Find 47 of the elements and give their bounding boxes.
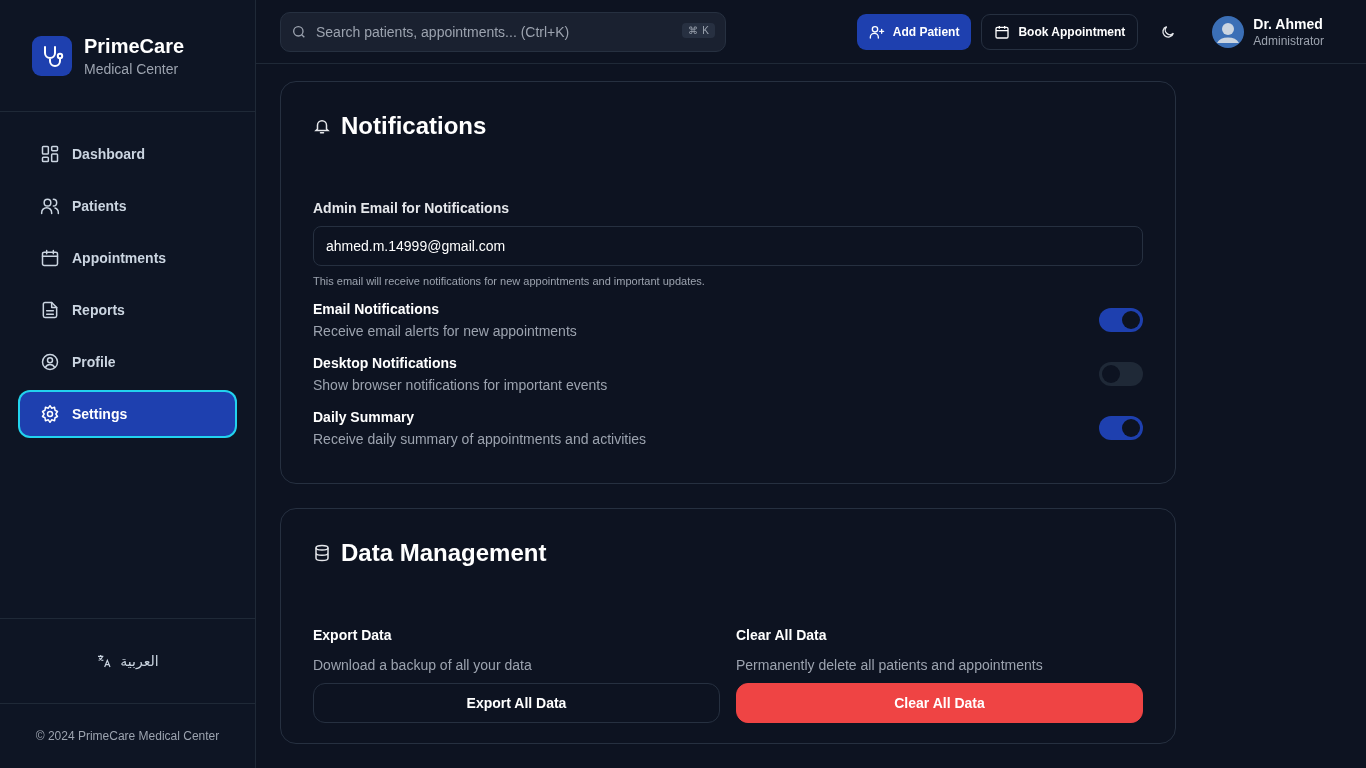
nav-item[interactable]: Reports: [20, 288, 235, 332]
nav-item[interactable]: Settings: [20, 392, 235, 436]
stethoscope-icon: [32, 35, 72, 76]
calendar-icon: [994, 23, 1011, 40]
user-role: Administrator: [1253, 33, 1324, 48]
language-button[interactable]: العربية: [88, 649, 167, 673]
toggle-switch[interactable]: [1099, 308, 1143, 332]
setting-title: Daily Summary: [313, 409, 416, 425]
field-label: Admin Email for Notifications: [313, 200, 510, 216]
action-title: Clear All Data: [736, 627, 828, 643]
nav-item[interactable]: Patients: [20, 184, 235, 228]
database-icon: [313, 544, 331, 562]
action-description: Permanently delete all patients and appointments: [736, 657, 1044, 673]
book-appointment-button[interactable]: Book Appointment: [981, 13, 1139, 50]
action-title: Export Data: [313, 627, 393, 643]
user-name: Dr. Ahmed: [1253, 15, 1324, 32]
user-icon: [40, 352, 60, 372]
setting-description: Receive daily summary of appointments and activities: [313, 431, 647, 447]
translate-icon: [96, 653, 113, 669]
copyright-text: © 2024 PrimeCare Medical Center: [34, 728, 221, 745]
export-button[interactable]: Export All Data: [313, 683, 720, 723]
nav-item[interactable]: Profile: [20, 340, 235, 384]
nav-item[interactable]: Dashboard: [20, 132, 235, 176]
email-field[interactable]: ahmed.m.14999@gmail.com: [313, 226, 1143, 266]
field-hint: This email will receive notifications for new appointments and important updates.: [313, 275, 706, 287]
calendar-icon: [40, 248, 60, 268]
setting-title: Email Notifications: [313, 301, 441, 317]
setting-description: Receive email alerts for new appointments: [313, 323, 577, 339]
moon-icon[interactable]: [1160, 23, 1177, 40]
toggle-switch[interactable]: [1099, 416, 1143, 440]
brand-name: PrimeCare: [84, 34, 185, 58]
user-plus-icon: [868, 23, 885, 40]
section-title: Notifications: [341, 112, 487, 140]
setting-title: Desktop Notifications: [313, 355, 458, 371]
setting-description: Show browser notifications for important events: [313, 377, 608, 393]
add-patient-button[interactable]: Add Patient: [856, 13, 972, 50]
users-icon: [40, 196, 60, 216]
brand-subtitle: Medical Center: [84, 60, 180, 77]
bell-icon: [313, 117, 331, 135]
file-icon: [40, 300, 60, 320]
grid-icon: [40, 144, 60, 164]
clear-data-button[interactable]: Clear All Data: [736, 683, 1143, 723]
action-description: Download a backup of all your data: [313, 657, 533, 673]
nav-item[interactable]: Appointments: [20, 236, 235, 280]
section-title: Data Management: [341, 539, 547, 567]
gear-icon: [40, 404, 60, 424]
avatar-icon[interactable]: [1212, 15, 1245, 48]
